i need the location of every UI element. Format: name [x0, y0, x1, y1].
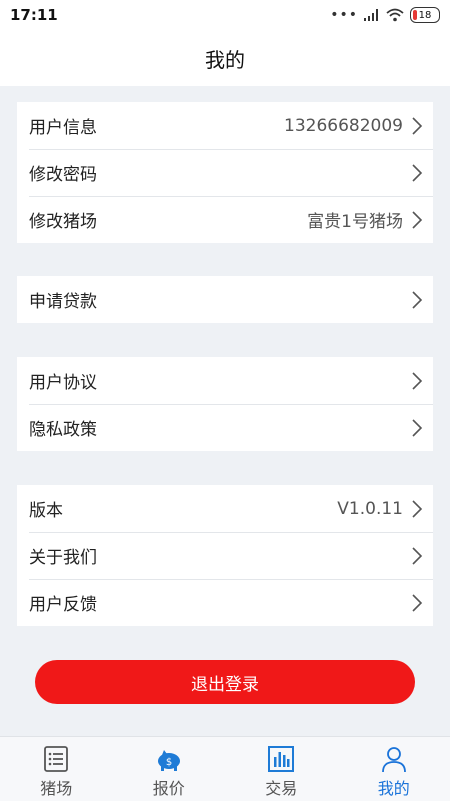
nav-item-mine[interactable]: 我的: [338, 737, 450, 799]
nav-label: 交易: [265, 779, 298, 798]
chevron-right-icon: [412, 593, 423, 612]
row-value: 富贵1号猪场: [307, 212, 403, 232]
row-value: 13266682009: [284, 115, 403, 136]
battery-icon: 18: [410, 7, 440, 23]
bar-chart-icon: [268, 746, 295, 772]
row-label: 修改密码: [29, 165, 97, 185]
chevron-right-icon: [412, 546, 423, 565]
settings-group-about: 版本 V1.0.11 关于我们 用户反馈: [17, 485, 433, 626]
chevron-right-icon: [412, 371, 423, 390]
nav-item-trade[interactable]: 交易: [225, 737, 337, 799]
status-icons: ••• 18: [330, 6, 440, 24]
row-label: 申请贷款: [29, 292, 97, 312]
row-label: 修改猪场: [29, 212, 97, 232]
chevron-right-icon: [412, 210, 423, 229]
chevron-right-icon: [412, 163, 423, 182]
row-user-feedback[interactable]: 用户反馈: [17, 579, 433, 626]
piggy-bank-icon: $: [157, 750, 180, 771]
chevron-right-icon: [412, 499, 423, 518]
logout-button[interactable]: 退出登录: [35, 660, 415, 704]
user-icon: [381, 747, 406, 773]
list-icon: [44, 746, 69, 772]
header: 我的: [0, 30, 450, 86]
status-bar: 17:11 ••• 18: [0, 0, 450, 30]
chevron-right-icon: [412, 290, 423, 309]
row-user-info[interactable]: 用户信息 13266682009: [17, 102, 433, 149]
row-user-agreement[interactable]: 用户协议: [17, 357, 433, 404]
bottom-nav: 猪场 $ 报价 交易 我的: [0, 736, 450, 801]
settings-group-account: 用户信息 13266682009 修改密码 修改猪场 富贵1号猪场: [17, 102, 433, 243]
row-label: 隐私政策: [29, 420, 97, 440]
row-apply-loan[interactable]: 申请贷款: [17, 276, 433, 323]
chevron-right-icon: [412, 418, 423, 437]
nav-item-farm[interactable]: 猪场: [0, 737, 112, 799]
battery-level: 18: [418, 9, 432, 21]
row-about-us[interactable]: 关于我们: [17, 532, 433, 579]
row-label: 用户反馈: [29, 595, 97, 615]
svg-text:$: $: [166, 757, 172, 768]
row-change-farm[interactable]: 修改猪场 富贵1号猪场: [17, 196, 433, 243]
row-label: 版本: [29, 501, 63, 521]
status-time: 17:11: [10, 6, 58, 24]
nav-label: 猪场: [40, 779, 73, 798]
chevron-right-icon: [412, 116, 423, 135]
row-privacy-policy[interactable]: 隐私政策: [17, 404, 433, 451]
settings-group-legal: 用户协议 隐私政策: [17, 357, 433, 451]
settings-group-loan: 申请贷款: [17, 276, 433, 323]
row-value: V1.0.11: [337, 498, 403, 519]
wifi-icon: [386, 8, 404, 22]
row-label: 关于我们: [29, 548, 97, 568]
nav-label: 我的: [377, 779, 410, 798]
page-title: 我的: [205, 47, 245, 72]
row-version[interactable]: 版本 V1.0.11: [17, 485, 433, 532]
more-dots-icon: •••: [330, 7, 358, 23]
row-label: 用户信息: [29, 118, 97, 138]
nav-item-quote[interactable]: $ 报价: [113, 737, 225, 799]
row-change-password[interactable]: 修改密码: [17, 149, 433, 196]
row-label: 用户协议: [29, 373, 97, 393]
nav-label: 报价: [152, 779, 185, 798]
signal-icon: [364, 9, 378, 21]
